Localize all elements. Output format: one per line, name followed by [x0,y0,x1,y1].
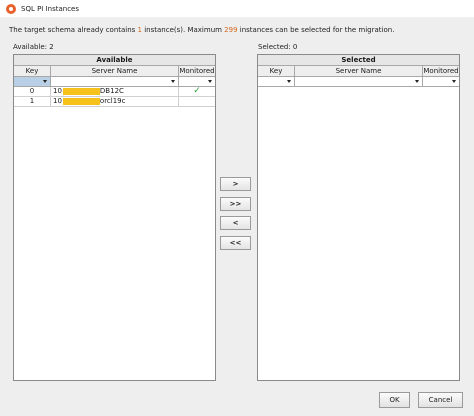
available-header: Available [14,55,215,66]
cell-server-name: 10 DB12C [51,87,179,96]
filter-key-dropdown[interactable] [14,77,51,86]
info-max: 299 [224,26,238,34]
available-table[interactable]: Available Key Server Name Monitored 0 10… [13,54,216,381]
selected-count-label: Selected: 0 [258,43,298,51]
filter-monitored-dropdown[interactable] [179,77,215,86]
selected-header: Selected [258,55,459,66]
available-column-headers: Key Server Name Monitored [14,66,215,77]
check-icon: ✓ [193,87,201,96]
filter-server-dropdown[interactable] [295,77,423,86]
chevron-down-icon [208,80,212,83]
column-header-server-name[interactable]: Server Name [295,66,423,76]
info-middle: instance(s). Maximum [142,26,225,34]
server-suffix: orcl19c [99,97,126,105]
server-suffix: DB12C [99,87,124,95]
cell-monitored: ✓ [179,87,215,96]
column-header-key[interactable]: Key [14,66,51,76]
selected-filter-row [258,77,459,87]
chevron-down-icon [415,80,419,83]
server-prefix: 10 [53,97,62,105]
ok-button[interactable]: OK [379,392,410,408]
available-count-label: Available: 2 [13,43,54,51]
info-prefix: The target schema already contains [9,26,138,34]
app-icon [6,3,16,14]
info-suffix: instances can be selected for the migrat… [237,26,395,34]
cancel-button[interactable]: Cancel [418,392,463,408]
available-filter-row [14,77,215,87]
dialog-body: The target schema already contains 1 ins… [0,17,474,416]
cell-server-name: 10 orcl19c [51,97,179,106]
table-row[interactable]: 0 10 DB12C ✓ [14,87,215,97]
redaction-mask [62,88,100,95]
cell-key: 0 [14,87,51,96]
chevron-down-icon [171,80,175,83]
info-message: The target schema already contains 1 ins… [9,26,394,34]
column-header-server-name[interactable]: Server Name [51,66,179,76]
chevron-down-icon [452,80,456,83]
selected-column-headers: Key Server Name Monitored [258,66,459,77]
filter-server-dropdown[interactable] [51,77,179,86]
table-row[interactable]: 1 10 orcl19c [14,97,215,107]
title-bar: SQL PI Instances [0,0,474,17]
filter-monitored-dropdown[interactable] [423,77,459,86]
cell-key: 1 [14,97,51,106]
selected-table[interactable]: Selected Key Server Name Monitored [257,54,460,381]
chevron-down-icon [43,80,47,83]
window-title: SQL PI Instances [21,4,80,13]
filter-key-dropdown[interactable] [258,77,295,86]
column-header-monitored[interactable]: Monitored [423,66,459,76]
column-header-key[interactable]: Key [258,66,295,76]
cell-monitored [179,97,215,106]
remove-selected-button[interactable]: < [220,216,251,230]
server-prefix: 10 [53,87,62,95]
chevron-down-icon [287,80,291,83]
redaction-mask [62,98,100,105]
add-all-button[interactable]: >> [220,197,251,211]
add-selected-button[interactable]: > [220,177,251,191]
remove-all-button[interactable]: << [220,236,251,250]
column-header-monitored[interactable]: Monitored [179,66,215,76]
